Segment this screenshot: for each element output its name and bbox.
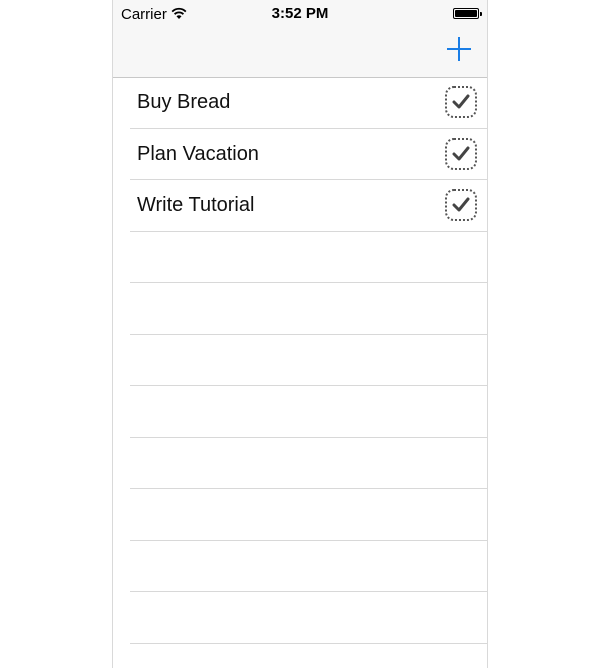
status-time: 3:52 PM [271, 5, 329, 22]
empty-row [130, 335, 487, 386]
todo-row[interactable]: Write Tutorial [130, 180, 487, 232]
empty-row [130, 541, 487, 592]
check-button[interactable] [445, 86, 477, 118]
todo-label: Write Tutorial [137, 194, 255, 216]
add-button[interactable] [447, 37, 471, 61]
phone-screen: Carrier 3:52 PM Buy Bread Plan Vacation [112, 0, 488, 668]
todo-row[interactable]: Plan Vacation [130, 129, 487, 180]
check-button[interactable] [445, 137, 477, 170]
empty-row [130, 386, 487, 438]
status-bar: Carrier 3:52 PM [113, 0, 487, 28]
empty-row [130, 489, 487, 541]
navigation-bar: Carrier 3:52 PM [113, 0, 487, 78]
todo-list: Buy Bread Plan Vacation Write Tutorial [113, 77, 487, 644]
check-icon [452, 197, 470, 212]
check-icon [452, 146, 470, 160]
empty-row [130, 592, 487, 644]
todo-label: Plan Vacation [137, 142, 259, 165]
empty-row [130, 232, 487, 283]
todo-row[interactable]: Buy Bread [130, 77, 487, 129]
check-icon [452, 94, 470, 109]
check-button[interactable] [445, 189, 477, 221]
battery-icon [453, 8, 482, 19]
empty-row [130, 438, 487, 489]
todo-label: Buy Bread [137, 91, 231, 113]
empty-row [130, 283, 487, 335]
